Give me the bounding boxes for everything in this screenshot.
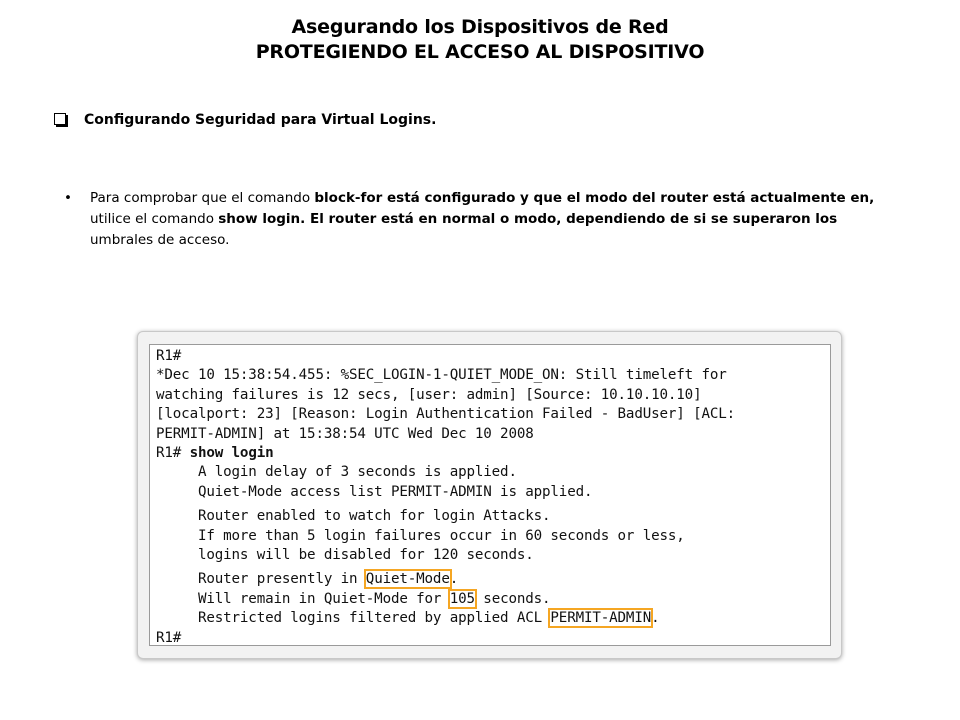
terminal-output: R1# *Dec 10 15:38:54.455: %SEC_LOGIN-1-Q… — [149, 344, 831, 646]
highlight-quiet-mode: Quiet-Mode — [363, 569, 452, 590]
title-line-1: Asegurando los Dispositivos de Red — [291, 16, 669, 38]
body-paragraph: • Para comprobar que el comando block-fo… — [64, 188, 904, 251]
terminal-line: Will remain in Quiet-Mode for — [156, 590, 450, 607]
slide-title: Asegurando los Dispositivos de Red PROTE… — [0, 15, 960, 65]
terminal-line: . — [651, 610, 660, 627]
terminal-line: logins will be disabled for 120 seconds. — [156, 547, 534, 564]
paragraph-part-2: utilice el comando — [90, 211, 219, 227]
terminal-line: R1# — [156, 629, 182, 646]
paragraph-bold-1: block-for está configurado y que el modo… — [314, 190, 875, 206]
terminal-screenshot-frame: R1# *Dec 10 15:38:54.455: %SEC_LOGIN-1-Q… — [137, 331, 842, 659]
terminal-line: Router enabled to watch for login Attack… — [156, 508, 551, 525]
terminal-line: [localport: 23] [Reason: Login Authentic… — [156, 406, 736, 423]
checkbox-bullet-icon — [54, 113, 66, 125]
highlight-acl: PERMIT-ADMIN — [548, 608, 654, 629]
terminal-command: show login — [189, 445, 274, 462]
subsection-text: Configurando Seguridad para Virtual Logi… — [84, 112, 437, 128]
subsection-heading: Configurando Seguridad para Virtual Logi… — [54, 112, 436, 128]
terminal-line: . — [449, 571, 459, 588]
terminal-line: A login delay of 3 seconds is applied. — [156, 464, 517, 481]
terminal-line: Router presently in — [156, 571, 366, 588]
highlight-seconds: 105 — [447, 588, 477, 609]
terminal-line: Quiet-Mode access list PERMIT-ADMIN is a… — [156, 483, 593, 500]
terminal-line: watching failures is 12 secs, [user: adm… — [156, 386, 702, 403]
terminal-line: R1# — [156, 348, 182, 364]
paragraph-part-3: umbrales de acceso. — [90, 232, 230, 248]
paragraph-bold-2: show login. El router está en normal o m… — [218, 211, 838, 227]
paragraph-part-1: Para comprobar que el comando — [90, 190, 315, 206]
terminal-line: PERMIT-ADMIN] at 15:38:54 UTC Wed Dec 10… — [156, 425, 534, 442]
paragraph-text: Para comprobar que el comando block-for … — [90, 188, 904, 251]
terminal-prompt: R1# — [156, 445, 190, 462]
terminal-line: *Dec 10 15:38:54.455: %SEC_LOGIN-1-QUIET… — [156, 367, 727, 384]
bullet-icon: • — [64, 190, 72, 206]
terminal-line: seconds. — [474, 590, 551, 607]
terminal-line: Restricted logins filtered by applied AC… — [156, 610, 551, 627]
title-line-2: PROTEGIENDO EL ACCESO AL DISPOSITIVO — [255, 41, 705, 63]
terminal-line: If more than 5 login failures occur in 6… — [156, 527, 685, 544]
